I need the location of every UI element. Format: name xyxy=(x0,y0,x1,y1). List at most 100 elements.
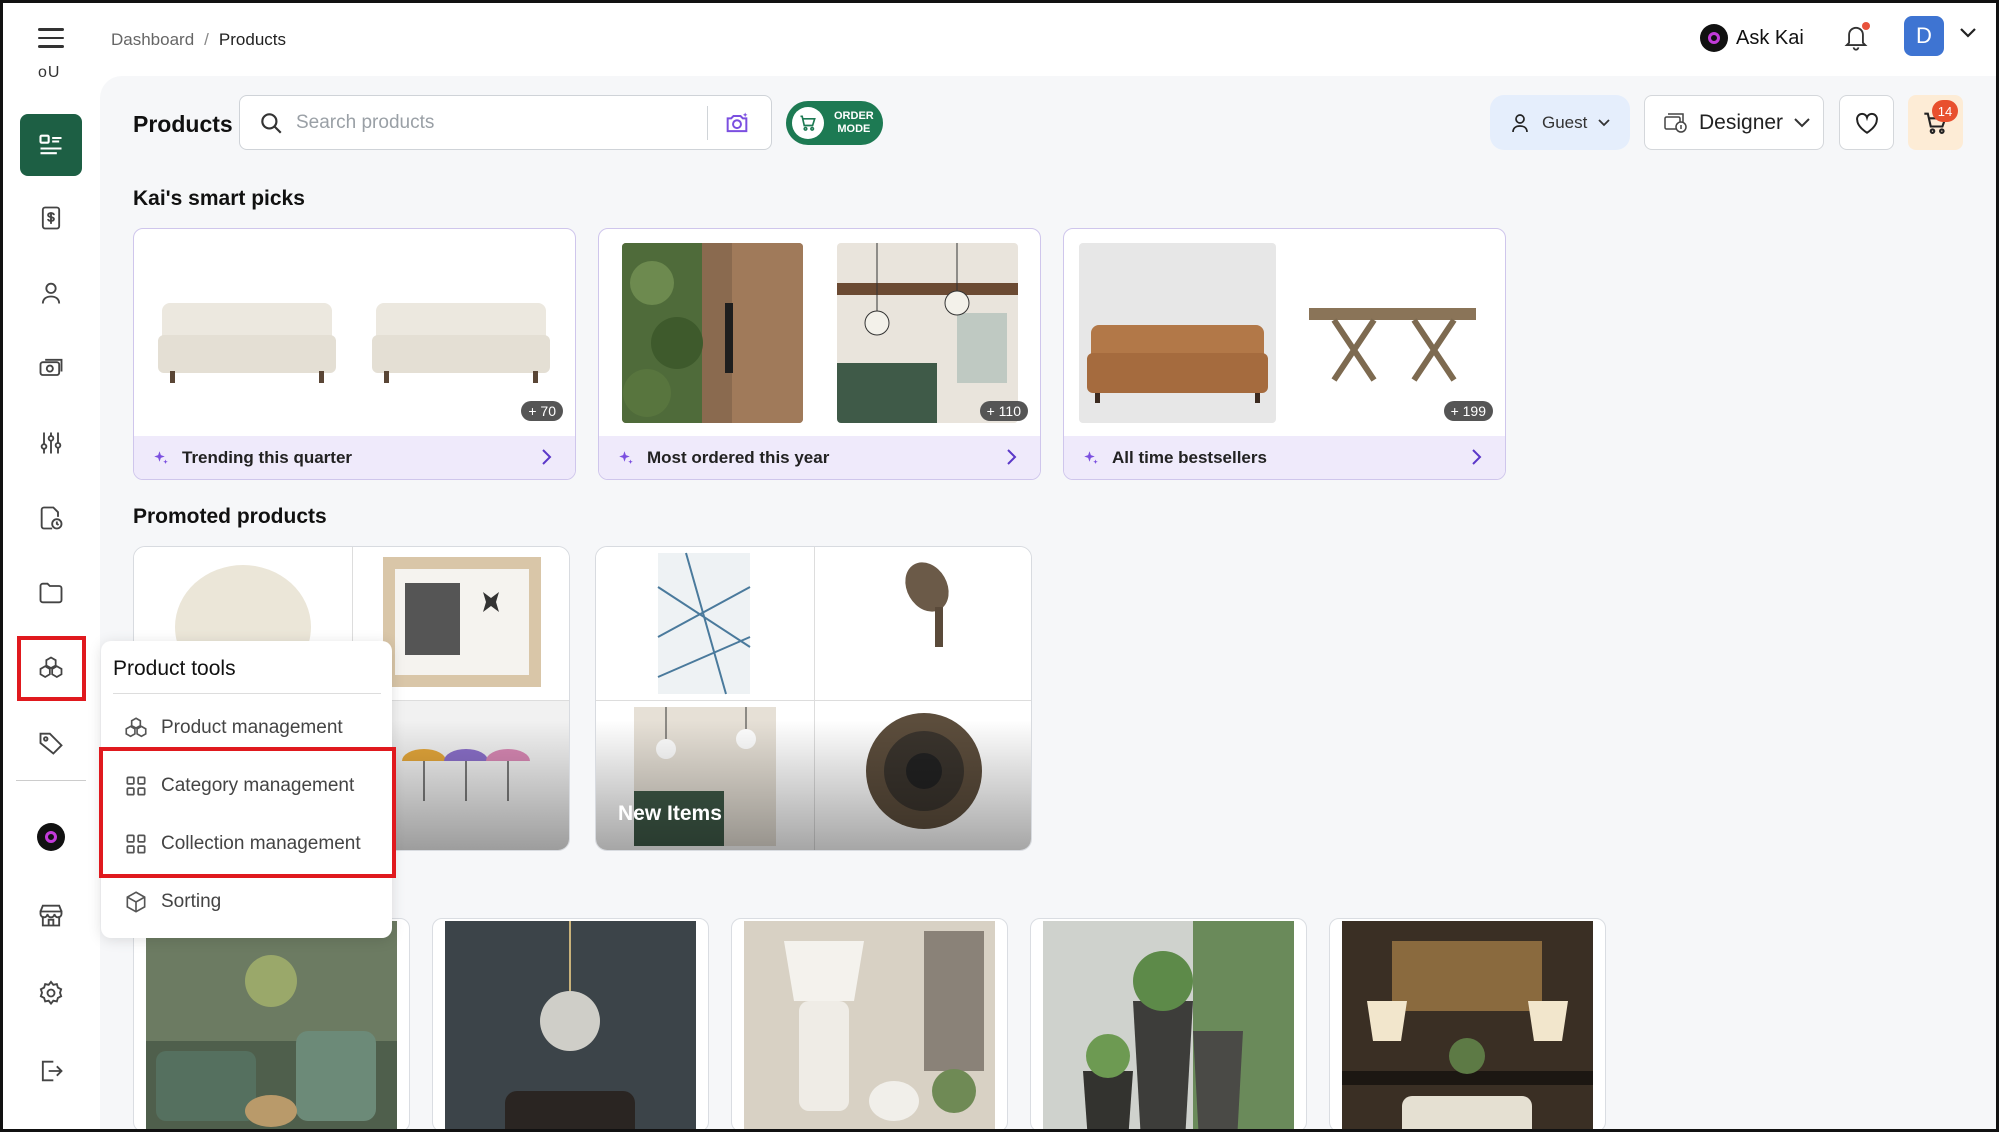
smart-pick-images xyxy=(599,229,1040,437)
chevron-right-icon xyxy=(1472,449,1482,465)
smart-pick-label: All time bestsellers xyxy=(1112,447,1267,467)
order-mode-line2: MODE xyxy=(837,123,871,135)
sidebar-item-settings[interactable] xyxy=(25,967,77,1019)
favorites-button[interactable] xyxy=(1839,95,1894,150)
breadcrumb-products: Products xyxy=(218,30,286,49)
cube-icon xyxy=(126,891,146,913)
store-icon xyxy=(39,904,63,927)
avatar[interactable]: D xyxy=(1904,16,1944,56)
product-thumbnail[interactable] xyxy=(432,918,709,1132)
sidebar-item-store[interactable] xyxy=(25,889,77,941)
sidebar-item-users[interactable] xyxy=(25,267,77,319)
smart-pick-card-trending[interactable]: + 70 Trending this quarter xyxy=(133,228,576,480)
smart-pick-footer: Most ordered this year xyxy=(599,436,1040,479)
items-count-badge: + 70 xyxy=(521,401,563,421)
sparkle-icon xyxy=(154,450,168,464)
smart-pick-card-most-ordered[interactable]: + 110 Most ordered this year xyxy=(598,228,1041,480)
promoted-card-new-items[interactable]: New Items xyxy=(595,546,1032,851)
sidebar-item-tags[interactable] xyxy=(25,717,77,769)
price-tier-icon xyxy=(1664,112,1687,133)
hamburger-menu-icon[interactable] xyxy=(38,28,64,50)
breadcrumb-separator: / xyxy=(204,30,209,49)
sidebar-item-payments[interactable] xyxy=(25,342,77,394)
living-room-image xyxy=(146,921,397,1131)
search-bar[interactable] xyxy=(239,95,772,150)
designer-label: Designer xyxy=(1699,110,1784,134)
kai-logo-icon xyxy=(37,823,65,851)
smart-pick-card-bestsellers[interactable]: + 199 All time bestsellers xyxy=(1063,228,1506,480)
tag-icon xyxy=(39,732,63,755)
product-thumbnail[interactable] xyxy=(731,918,1008,1132)
chevron-right-icon xyxy=(542,449,552,465)
menu-item-category-management[interactable]: Category management xyxy=(123,769,354,803)
promoted-label: New Items xyxy=(618,802,722,825)
guest-label: Guest xyxy=(1542,112,1588,132)
breadcrumb-dashboard[interactable]: Dashboard xyxy=(111,30,194,49)
product-tools-title: Product tools xyxy=(113,657,236,680)
money-camera-icon xyxy=(39,358,63,376)
order-mode-label: ORDER MODE xyxy=(834,110,874,136)
sidebar-item-files[interactable] xyxy=(25,567,77,619)
sidebar-item-logout[interactable] xyxy=(25,1045,77,1097)
top-bar: Dashboard / Products Ask Kai D xyxy=(0,0,1999,76)
items-count-badge: + 199 xyxy=(1443,401,1493,421)
sidebar-divider xyxy=(16,780,86,781)
pendant-kitchen-image xyxy=(837,243,1018,423)
menu-item-product-management[interactable]: Product management xyxy=(123,711,343,745)
notification-dot xyxy=(1862,22,1870,30)
user-icon xyxy=(41,282,61,304)
product-thumbnail[interactable] xyxy=(1329,918,1606,1132)
cart-count-badge: 14 xyxy=(1932,100,1958,122)
ask-kai-label: Ask Kai xyxy=(1736,26,1804,49)
sidebar-item-adjustments[interactable] xyxy=(25,417,77,469)
order-mode-toggle[interactable]: ORDER MODE xyxy=(786,101,883,145)
menu-item-label: Product management xyxy=(161,717,343,738)
user-icon xyxy=(1512,113,1528,132)
smart-pick-images xyxy=(1064,229,1505,437)
menu-item-label: Sorting xyxy=(161,891,222,912)
logout-icon xyxy=(41,1060,63,1082)
visual-search-camera-icon[interactable] xyxy=(723,109,751,137)
menu-item-sorting[interactable]: Sorting xyxy=(123,885,221,919)
sofa-image xyxy=(152,243,342,423)
planters-image xyxy=(1043,921,1294,1131)
menu-item-label: Category management xyxy=(161,775,355,796)
ask-kai-button[interactable]: Ask Kai xyxy=(1700,24,1804,52)
chevron-down-icon[interactable] xyxy=(1958,26,1978,40)
menu-item-collection-management[interactable]: Collection management xyxy=(123,827,361,861)
wall-light-image xyxy=(622,243,803,423)
sparkle-icon xyxy=(1084,450,1098,464)
sparkle-icon xyxy=(619,450,633,464)
spotlight-image xyxy=(815,547,1031,700)
cart-icon xyxy=(792,107,824,139)
smart-pick-footer: All time bestsellers xyxy=(1064,436,1505,479)
designer-dropdown[interactable]: Designer xyxy=(1644,95,1824,150)
table-lamp-image xyxy=(744,921,995,1131)
leather-sofa-image xyxy=(1079,243,1276,423)
sidebar-item-products[interactable] xyxy=(20,114,82,176)
sidebar-top-text: oU xyxy=(38,64,61,81)
product-thumbnail[interactable] xyxy=(133,918,410,1132)
chevron-down-icon xyxy=(1598,118,1610,126)
product-thumbnail[interactable] xyxy=(1030,918,1307,1132)
smart-picks-title: Kai's smart picks xyxy=(133,187,305,210)
sidebar-item-kai[interactable] xyxy=(25,811,77,863)
guest-dropdown[interactable]: Guest xyxy=(1490,95,1630,150)
items-count-badge: + 110 xyxy=(979,401,1028,421)
smart-pick-label: Most ordered this year xyxy=(647,447,830,467)
folder-icon xyxy=(39,582,63,604)
image-overlay xyxy=(596,720,1031,850)
promoted-products-title: Promoted products xyxy=(133,505,327,528)
search-input[interactable] xyxy=(296,108,696,138)
chevron-down-icon xyxy=(1794,117,1810,127)
dining-table-image xyxy=(1294,243,1491,423)
sidebar-item-invoices[interactable] xyxy=(25,192,77,244)
sidebar-item-product-tools[interactable] xyxy=(25,642,77,694)
document-clock-icon xyxy=(40,506,63,530)
breadcrumb: Dashboard / Products xyxy=(111,30,286,50)
sidebar: oU xyxy=(0,60,100,1132)
search-icon xyxy=(261,113,282,134)
sidebar-item-reports[interactable] xyxy=(25,492,77,544)
smart-pick-label: Trending this quarter xyxy=(182,447,353,467)
rug-image xyxy=(596,547,814,700)
